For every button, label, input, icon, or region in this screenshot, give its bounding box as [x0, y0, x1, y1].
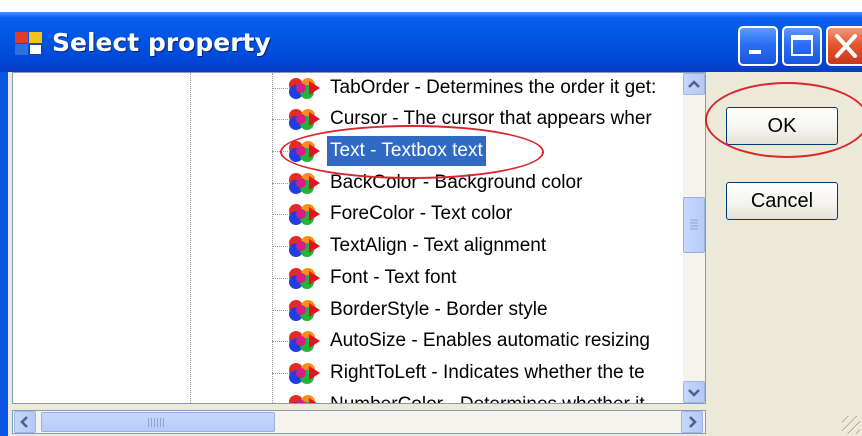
- tree-item-autosize[interactable]: AutoSize - Enables automatic resizing: [287, 326, 687, 356]
- resize-grip[interactable]: [842, 416, 860, 434]
- tree-item-forecolor[interactable]: ForeColor - Text color: [287, 199, 687, 229]
- tree-item-righttoleft[interactable]: RightToLeft - Indicates whether the te: [287, 358, 687, 388]
- property-icon: [289, 141, 320, 162]
- property-icon: [289, 268, 320, 289]
- minimize-icon: [749, 50, 761, 54]
- select-property-dialog: Select property TabOrder - Determines th…: [0, 12, 862, 436]
- property-icon: [289, 173, 320, 194]
- background-strip: — — — — — — — — —: [0, 0, 862, 12]
- chevron-left-icon: [20, 416, 28, 428]
- horizontal-scrollbar[interactable]: [12, 410, 706, 434]
- dialog-body: TabOrder - Determines the order it get: …: [8, 72, 862, 436]
- cancel-button[interactable]: Cancel: [726, 182, 838, 220]
- ok-button[interactable]: OK: [726, 107, 838, 145]
- application-icon: [15, 32, 43, 56]
- scroll-up-button[interactable]: [683, 73, 705, 95]
- tree-item-taborder[interactable]: TabOrder - Determines the order it get:: [287, 73, 687, 103]
- vertical-scrollbar[interactable]: [683, 73, 705, 403]
- tree-item-label: TextAlign - Text alignment: [330, 235, 547, 256]
- chevron-down-icon: [688, 389, 700, 397]
- property-icon: [289, 204, 320, 225]
- tree-item-text-selected[interactable]: Text - Textbox text: [287, 136, 687, 166]
- minimize-button[interactable]: [738, 26, 778, 66]
- tree-item-numbercolor[interactable]: NumberColor - Determines whether it: [287, 390, 689, 403]
- property-icon: [289, 300, 320, 321]
- property-icon: [289, 363, 320, 384]
- tree-item-backcolor[interactable]: BackColor - Background color: [287, 168, 687, 198]
- tree-item-textalign[interactable]: TextAlign - Text alignment: [287, 231, 687, 261]
- window-title: Select property: [52, 28, 271, 57]
- scroll-right-button[interactable]: [681, 411, 703, 433]
- tree-item-label: TabOrder - Determines the order it get:: [330, 77, 657, 98]
- property-icon: [289, 78, 320, 99]
- horizontal-scroll-thumb[interactable]: [41, 412, 275, 432]
- property-icon: [289, 236, 320, 257]
- maximize-button[interactable]: [782, 26, 822, 66]
- tree-item-cursor[interactable]: Cursor - The cursor that appears wher: [287, 104, 687, 134]
- tree-item-label: ForeColor - Text color: [330, 203, 513, 224]
- property-icon: [289, 395, 317, 403]
- tree-item-label: Text - Textbox text: [327, 136, 486, 166]
- tree-item-label: BorderStyle - Border style: [330, 299, 548, 320]
- close-button[interactable]: [826, 26, 862, 66]
- tree-item-label: Cursor - The cursor that appears wher: [330, 108, 652, 129]
- grip-icon: [690, 219, 698, 230]
- scroll-left-button[interactable]: [14, 411, 36, 433]
- tree-item-font[interactable]: Font - Text font: [287, 263, 687, 293]
- chevron-right-icon: [689, 416, 697, 428]
- tree-item-label: BackColor - Background color: [330, 172, 583, 193]
- chevron-up-icon: [688, 80, 700, 88]
- property-icon: [289, 331, 320, 352]
- vertical-scroll-thumb[interactable]: [683, 197, 705, 253]
- maximize-icon: [791, 35, 813, 56]
- background-text: — — — — — — — — —: [4, 0, 208, 8]
- tree-item-label: RightToLeft - Indicates whether the te: [330, 362, 645, 383]
- close-icon: [835, 34, 857, 58]
- property-icon: [289, 109, 320, 130]
- tree-item-label: NumberColor - Determines whether it: [327, 390, 689, 403]
- title-bar[interactable]: Select property: [0, 12, 862, 72]
- tree-item-borderstyle[interactable]: BorderStyle - Border style: [287, 295, 687, 325]
- scroll-down-button[interactable]: [683, 381, 705, 403]
- property-tree[interactable]: TabOrder - Determines the order it get: …: [12, 72, 706, 404]
- tree-item-label: AutoSize - Enables automatic resizing: [330, 330, 650, 351]
- tree-item-label: Font - Text font: [330, 267, 457, 288]
